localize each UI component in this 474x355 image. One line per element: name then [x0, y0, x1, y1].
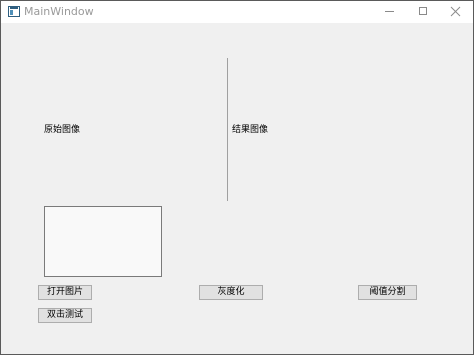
- original-image-label: 原始图像: [44, 125, 81, 135]
- open-image-button[interactable]: 打开图片: [38, 285, 92, 300]
- threshold-segmentation-button[interactable]: 阈值分割: [358, 285, 417, 300]
- title-bar[interactable]: MainWindow: [1, 1, 473, 23]
- maximize-icon: [419, 7, 427, 15]
- app-window-icon: [8, 6, 20, 17]
- close-icon: [450, 6, 461, 17]
- grayscale-button[interactable]: 灰度化: [199, 285, 263, 300]
- maximize-button[interactable]: [407, 1, 441, 23]
- vertical-separator: [227, 58, 228, 201]
- minimize-icon: [385, 11, 394, 12]
- main-window: MainWindow 原始图像 结果图像 打开图片 灰度化 阈值分割 双击测试: [0, 0, 474, 355]
- text-box[interactable]: [44, 206, 162, 277]
- window-title: MainWindow: [24, 5, 94, 18]
- double-click-test-button[interactable]: 双击测试: [38, 308, 92, 323]
- close-button[interactable]: [439, 1, 473, 23]
- minimize-button[interactable]: [373, 1, 407, 23]
- result-image-label: 结果图像: [232, 125, 269, 135]
